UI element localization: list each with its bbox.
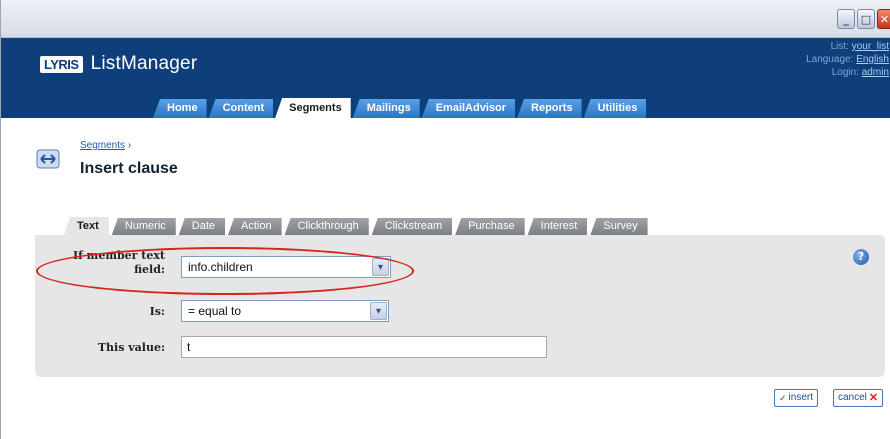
window-titlebar: _ □ ✕ [1, 0, 890, 38]
nav-tab-reports[interactable]: Reports [517, 99, 582, 118]
lyris-badge: LYRIS [40, 55, 83, 73]
maximize-icon[interactable]: □ [857, 9, 875, 29]
this-value-label: This value: [97, 341, 165, 354]
app-logo[interactable]: LYRIS ListManager [40, 53, 198, 74]
app-name: ListManager [90, 53, 198, 74]
page-title: Insert clause [80, 160, 178, 177]
close-icon[interactable]: ✕ [877, 9, 890, 29]
cancel-button-label: cancel [838, 392, 867, 403]
nav-tab-emailadvisor[interactable]: EmailAdvisor [421, 99, 516, 118]
tab-survey[interactable]: Survey [590, 218, 648, 235]
tab-numeric[interactable]: Numeric [111, 218, 176, 235]
is-label: Is: [149, 305, 165, 318]
breadcrumb-segments-link[interactable]: Segments [80, 140, 125, 151]
chevron-down-icon[interactable]: ▾ [370, 302, 387, 320]
list-label: List: [830, 41, 849, 52]
tab-text[interactable]: Text [64, 217, 109, 235]
nav-tab-mailings[interactable]: Mailings [352, 99, 420, 118]
nav-tab-utilities[interactable]: Utilities [583, 99, 647, 118]
cancel-button[interactable]: cancel ✕ [833, 389, 884, 407]
nav-tab-home[interactable]: Home [153, 99, 207, 118]
segment-icon [36, 149, 60, 169]
insert-button[interactable]: ✓ insert [774, 389, 818, 407]
this-value-input[interactable]: t [181, 336, 547, 358]
operator-value: = equal to [188, 304, 242, 318]
login-label: Login: [831, 67, 859, 78]
member-field-value: info.children [188, 260, 253, 274]
breadcrumb: Segments › [80, 140, 131, 151]
app-header: LYRIS ListManager List: your_list Langua… [1, 38, 890, 118]
tab-purchase[interactable]: Purchase [455, 218, 525, 235]
minimize-icon[interactable]: _ [837, 9, 855, 29]
tab-date[interactable]: Date [178, 218, 226, 235]
breadcrumb-separator: › [127, 140, 132, 151]
browser-window: _ □ ✕ LYRIS ListManager List: your_list … [0, 0, 890, 439]
member-field-label-line1: If member text [72, 249, 165, 262]
login-link[interactable]: admin [862, 67, 889, 78]
nav-tab-content[interactable]: Content [208, 99, 274, 118]
insert-button-label: insert [788, 392, 813, 403]
tab-action[interactable]: Action [228, 218, 282, 235]
main-nav: Home Content Segments Mailings EmailAdvi… [153, 98, 647, 118]
chevron-down-icon[interactable]: ▾ [372, 258, 389, 276]
clause-type-tabs: Text Numeric Date Action Clickthrough Cl… [64, 217, 648, 235]
tab-interest[interactable]: Interest [527, 218, 588, 235]
nav-tab-segments[interactable]: Segments [275, 98, 351, 118]
tab-clickstream[interactable]: Clickstream [371, 218, 453, 235]
list-link[interactable]: your_list [852, 41, 889, 52]
language-link[interactable]: English [856, 54, 889, 65]
session-info: List: your_list Language: English Login:… [806, 40, 889, 79]
window-controls: _ □ ✕ [837, 9, 890, 29]
check-icon: ✓ [779, 393, 787, 403]
member-field-label: If member text field: [73, 249, 165, 277]
tab-clickthrough[interactable]: Clickthrough [284, 218, 369, 235]
member-field-select[interactable]: info.children ▾ [181, 256, 391, 278]
help-icon[interactable]: ? [853, 249, 869, 265]
clause-form-panel: ? If member text field: info.children ▾ … [35, 235, 885, 377]
language-label: Language: [806, 54, 854, 65]
operator-select[interactable]: = equal to ▾ [181, 300, 389, 322]
close-icon: ✕ [868, 392, 879, 404]
member-field-label-line2: field: [134, 263, 165, 276]
